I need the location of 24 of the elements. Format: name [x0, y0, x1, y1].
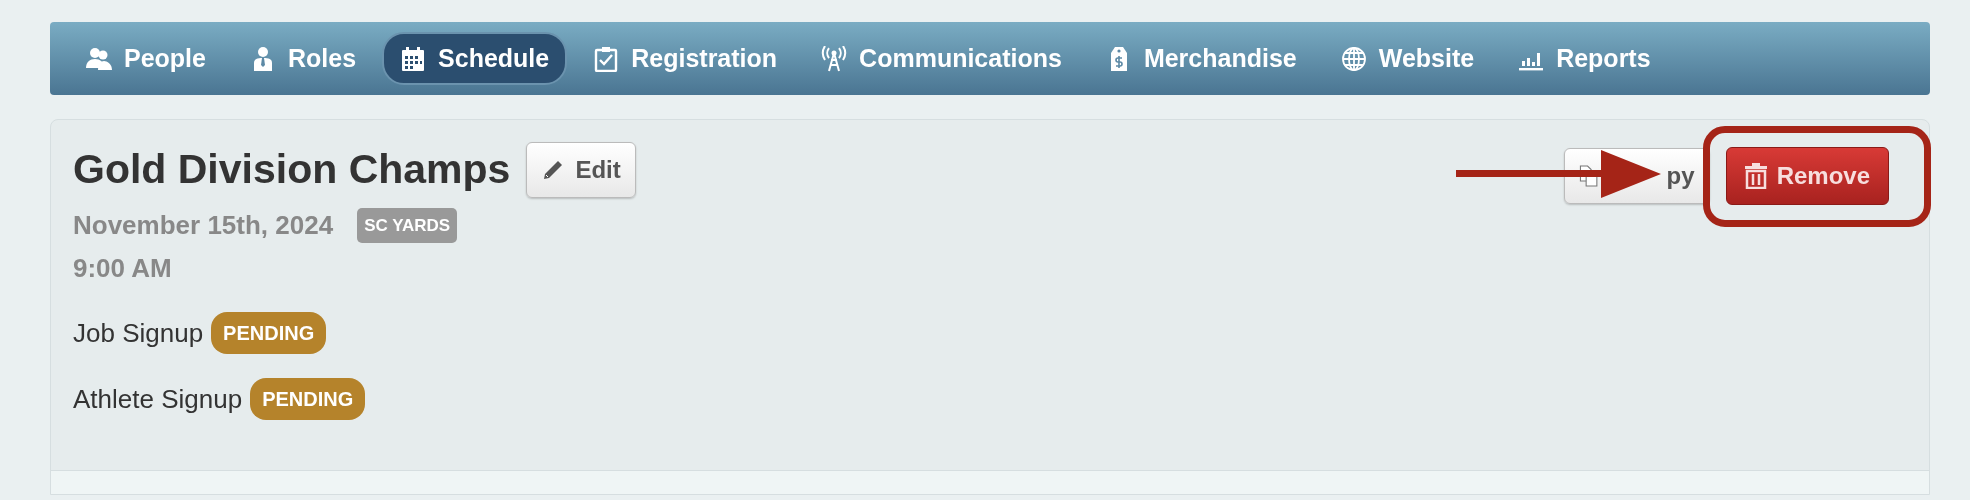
nav-tab[interactable]: Registration [575, 31, 796, 86]
nav-tab[interactable]: Roles [232, 31, 375, 86]
nav-tab[interactable]: Merchandise [1087, 31, 1315, 86]
event-time: 9:00 AM [73, 252, 172, 285]
trash-icon [1744, 163, 1767, 189]
course-badge: SC YARDS [357, 207, 458, 244]
remove-button[interactable]: Remove [1725, 147, 1889, 205]
nav-tab[interactable]: People [68, 31, 224, 86]
status-badge: PENDING [250, 378, 366, 420]
status-badge: PENDING [211, 312, 327, 354]
nav-tab[interactable]: Reports [1500, 31, 1669, 86]
antenna-icon [821, 45, 848, 72]
signup-label: Athlete Signup [73, 382, 243, 416]
event-title: Gold Division Champs [73, 145, 511, 195]
event-date: November 15th, 2024 [73, 209, 334, 242]
nav-tab[interactable]: Website [1322, 31, 1493, 86]
signup-label: Job Signup [73, 316, 204, 350]
nav-tab[interactable]: Schedule [382, 31, 568, 86]
people-icon [86, 45, 112, 72]
calendar-icon [400, 45, 427, 72]
clipboard-check-icon [593, 45, 620, 72]
edit-button[interactable]: Edit [526, 142, 636, 198]
nav-tab[interactable]: Communications [803, 31, 1080, 86]
globe-icon [1340, 45, 1367, 72]
